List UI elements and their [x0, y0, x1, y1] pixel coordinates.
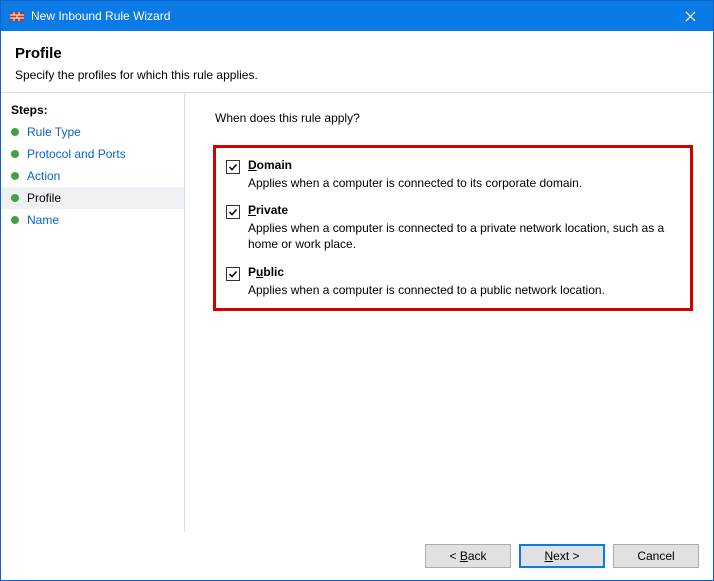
domain-label: Domain: [248, 158, 582, 172]
back-button[interactable]: < Back: [425, 544, 511, 568]
cancel-button[interactable]: Cancel: [613, 544, 699, 568]
private-checkbox[interactable]: [226, 205, 240, 219]
wizard-header: Profile Specify the profiles for which t…: [1, 31, 713, 93]
page-description: Specify the profiles for which this rule…: [15, 68, 699, 82]
wizard-main: When does this rule apply? Domain Applie…: [185, 93, 713, 532]
wizard-body: Steps: Rule Type Protocol and Ports Acti…: [1, 93, 713, 532]
wizard-window: New Inbound Rule Wizard Profile Specify …: [0, 0, 714, 581]
step-name[interactable]: Name: [1, 209, 184, 231]
window-title: New Inbound Rule Wizard: [31, 9, 667, 23]
steps-heading: Steps:: [1, 99, 184, 121]
step-bullet-icon: [11, 150, 19, 158]
step-label: Protocol and Ports: [27, 147, 126, 161]
public-label: Public: [248, 265, 605, 279]
private-description: Applies when a computer is connected to …: [248, 220, 676, 252]
next-button[interactable]: Next >: [519, 544, 605, 568]
step-bullet-icon: [11, 128, 19, 136]
public-checkbox[interactable]: [226, 267, 240, 281]
step-bullet-icon: [11, 194, 19, 202]
profile-option-public: Public Applies when a computer is connec…: [226, 265, 676, 298]
step-label: Rule Type: [27, 125, 81, 139]
firewall-icon: [9, 8, 25, 24]
profile-option-private: Private Applies when a computer is conne…: [226, 203, 676, 252]
step-profile[interactable]: Profile: [1, 187, 184, 209]
domain-checkbox[interactable]: [226, 160, 240, 174]
domain-description: Applies when a computer is connected to …: [248, 175, 582, 191]
step-label: Profile: [27, 191, 61, 205]
step-protocol-and-ports[interactable]: Protocol and Ports: [1, 143, 184, 165]
profile-option-text: Private Applies when a computer is conne…: [248, 203, 676, 252]
profile-question: When does this rule apply?: [215, 111, 693, 125]
profile-options-highlight: Domain Applies when a computer is connec…: [213, 145, 693, 311]
profile-option-text: Public Applies when a computer is connec…: [248, 265, 605, 298]
titlebar: New Inbound Rule Wizard: [1, 1, 713, 31]
step-label: Action: [27, 169, 60, 183]
step-rule-type[interactable]: Rule Type: [1, 121, 184, 143]
step-bullet-icon: [11, 216, 19, 224]
page-title: Profile: [15, 45, 699, 62]
wizard-footer: < Back Next > Cancel: [1, 532, 713, 580]
private-label: Private: [248, 203, 676, 217]
public-description: Applies when a computer is connected to …: [248, 282, 605, 298]
close-button[interactable]: [667, 1, 713, 31]
profile-option-text: Domain Applies when a computer is connec…: [248, 158, 582, 191]
profile-option-domain: Domain Applies when a computer is connec…: [226, 158, 676, 191]
step-action[interactable]: Action: [1, 165, 184, 187]
step-bullet-icon: [11, 172, 19, 180]
step-label: Name: [27, 213, 59, 227]
wizard-steps-sidebar: Steps: Rule Type Protocol and Ports Acti…: [1, 93, 185, 532]
